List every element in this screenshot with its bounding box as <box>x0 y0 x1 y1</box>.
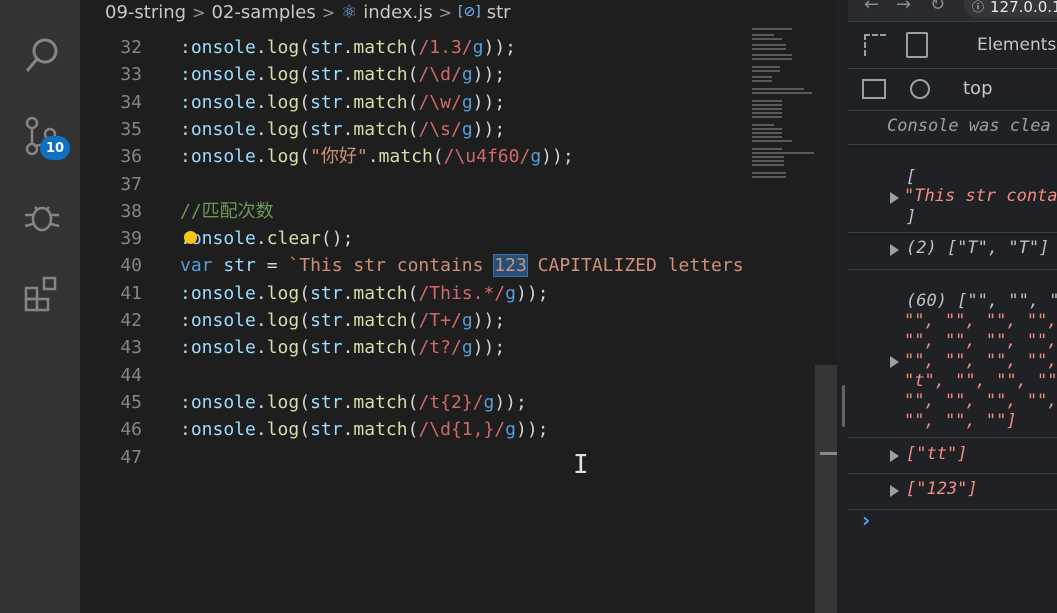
line-text: :onsole.log(str.match(/\d{1,}/g)); <box>180 419 549 441</box>
code-line[interactable]: 33 :onsole.log(str.match(/\d/g)); <box>80 61 750 88</box>
line-number: 44 <box>120 364 142 386</box>
line-number: 35 <box>120 118 142 140</box>
line-number: 47 <box>120 446 142 468</box>
back-icon[interactable]: ← <box>864 0 879 15</box>
line-text: :onsole.log(str.match(/\d/g)); <box>180 64 506 86</box>
search-icon[interactable] <box>20 32 64 76</box>
code-line[interactable]: 46 :onsole.log(str.match(/\d{1,}/g)); <box>80 416 750 443</box>
code-line[interactable]: 37 <box>80 171 750 198</box>
line-text: :onsole.log(str.match(/This.*/g)); <box>180 282 549 304</box>
line-text: :onsole.log(str.match(/t?/g)); <box>180 337 506 359</box>
sidebar-toggle-icon[interactable] <box>862 79 886 99</box>
breadcrumb-file[interactable]: index.js <box>363 2 432 23</box>
browser-toolbar: ← → ↻ ⓘ 127.0.0.1 <box>848 0 1057 22</box>
code-line[interactable]: 42 :onsole.log(str.match(/T+/g)); <box>80 307 750 334</box>
line-number: 46 <box>120 419 142 441</box>
code-line[interactable]: 45 :onsole.log(str.match(/t{2}/g)); <box>80 389 750 416</box>
code-line[interactable]: 39 :onsole.clear(); <box>80 225 750 252</box>
code-line[interactable]: 47 <box>80 444 750 471</box>
line-text: :onsole.log(str.match(/\w/g)); <box>180 91 506 113</box>
code-line[interactable]: 32 :onsole.log(str.match(/1.3/g)); <box>80 34 750 61</box>
console-toolbar: top <box>848 69 1057 111</box>
console-entry[interactable]: (60) ["", "", " "", "", "", "", "", "", … <box>848 270 1057 438</box>
line-text: var str = `This str contains 123 CAPITAL… <box>180 254 744 278</box>
code-line[interactable]: 36 :onsole.log("你好".match(/\u4f60/g)); <box>80 143 750 170</box>
line-text: :onsole.log(str.match(/1.3/g)); <box>180 37 516 58</box>
expand-arrow-icon[interactable] <box>890 244 899 256</box>
text-cursor-icon: I <box>573 450 589 480</box>
code-line[interactable]: 44 <box>80 362 750 389</box>
line-text: :onsole.log("你好".match(/\u4f60/g)); <box>180 146 574 168</box>
react-file-icon: ⚛ <box>341 1 358 23</box>
line-number: 34 <box>120 91 142 113</box>
line-number: 45 <box>120 391 142 413</box>
chevron-right-icon: > <box>438 2 453 22</box>
expand-arrow-icon[interactable] <box>890 450 899 462</box>
code-line[interactable]: 41 :onsole.log(str.match(/This.*/g)); <box>80 280 750 307</box>
scroll-position-marker <box>820 452 837 455</box>
extensions-icon[interactable] <box>20 274 64 318</box>
line-number: 43 <box>120 337 142 359</box>
info-icon: ⓘ <box>972 0 985 14</box>
chevron-right-icon: > <box>321 2 336 22</box>
debug-icon[interactable] <box>20 195 64 239</box>
line-number: 38 <box>120 200 142 222</box>
device-toolbar-icon[interactable] <box>906 32 928 58</box>
console-entry[interactable]: (2) ["T", "T"] <box>848 233 1057 270</box>
inspect-element-icon[interactable] <box>864 34 886 56</box>
line-number: 32 <box>120 37 142 58</box>
expand-arrow-icon[interactable] <box>890 485 899 497</box>
resize-handle[interactable] <box>842 385 845 427</box>
minimap[interactable] <box>750 24 820 184</box>
breadcrumb: 09-string > 02-samples > ⚛ index.js > [⊘… <box>105 0 511 24</box>
context-selector[interactable]: top <box>963 78 993 99</box>
forward-icon[interactable]: → <box>896 0 911 15</box>
line-text: //匹配次数 <box>180 200 274 222</box>
expand-arrow-icon[interactable] <box>890 192 899 204</box>
editor-scrollbar[interactable] <box>815 365 837 613</box>
line-text: :onsole.clear(); <box>180 228 354 250</box>
line-text: :onsole.log(str.match(/t{2}/g)); <box>180 391 527 413</box>
source-control-badge: 10 <box>40 136 70 160</box>
code-line[interactable]: 35 :onsole.log(str.match(/\s/g)); <box>80 116 750 143</box>
chevron-right-icon: > <box>192 2 206 22</box>
lightbulb-icon[interactable] <box>184 231 197 244</box>
line-text: :onsole.log(str.match(/T+/g)); <box>180 310 506 331</box>
line-number: 40 <box>120 255 142 277</box>
variable-icon: [⊘] <box>458 4 481 20</box>
line-number: 42 <box>120 310 142 331</box>
code-line[interactable]: 38 //匹配次数 <box>80 198 750 225</box>
line-text: :onsole.log(str.match(/\s/g)); <box>180 118 506 140</box>
console-entry[interactable]: [ "This str conta ] <box>848 145 1057 233</box>
console-entry[interactable]: ["tt"] <box>848 438 1057 474</box>
breadcrumb-symbol[interactable]: str <box>487 2 511 23</box>
panel-divider[interactable] <box>837 0 848 613</box>
console-prompt[interactable]: › <box>862 508 870 532</box>
line-number: 39 <box>120 228 142 250</box>
breadcrumb-folder-2[interactable]: 02-samples <box>211 2 315 23</box>
code-editor[interactable]: 09-string > 02-samples > ⚛ index.js > [⊘… <box>80 0 837 613</box>
breadcrumb-folder-1[interactable]: 09-string <box>105 2 186 23</box>
reload-icon[interactable]: ↻ <box>930 0 945 15</box>
line-number: 33 <box>120 64 142 86</box>
devtools-panel: ← → ↻ ⓘ 127.0.0.1 Elements top Console w… <box>848 0 1057 613</box>
line-number: 36 <box>120 146 142 168</box>
code-line[interactable]: 34 :onsole.log(str.match(/\w/g)); <box>80 89 750 116</box>
code-line[interactable]: 43 :onsole.log(str.match(/t?/g)); <box>80 334 750 361</box>
code-line[interactable]: 40 var str = `This str contains 123 CAPIT… <box>80 252 750 279</box>
address-url: 127.0.0.1 <box>990 0 1057 16</box>
line-number: 41 <box>120 282 142 304</box>
line-number: 37 <box>120 173 142 195</box>
clear-console-icon[interactable] <box>910 79 930 99</box>
console-cleared-message: Console was clea <box>848 111 1057 145</box>
expand-arrow-icon[interactable] <box>890 356 899 368</box>
console-entry[interactable]: ["123"] <box>848 474 1057 510</box>
address-bar[interactable]: ⓘ 127.0.0.1 <box>964 0 1057 18</box>
devtools-tabbar: Elements <box>848 22 1057 69</box>
activity-bar: 10 <box>0 0 80 613</box>
tab-elements[interactable]: Elements <box>977 35 1056 55</box>
